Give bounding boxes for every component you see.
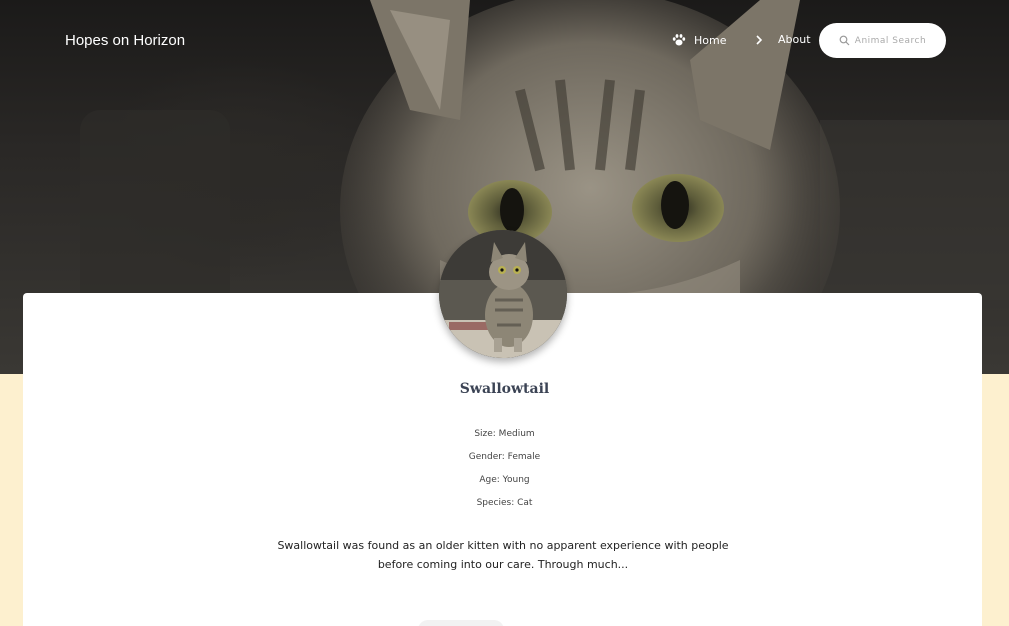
pet-gender: Gender: Female bbox=[468, 452, 541, 462]
nav-home-link[interactable]: Home bbox=[672, 33, 726, 47]
search-icon bbox=[839, 35, 850, 46]
brand-logo-text[interactable]: Hopes on Horizon bbox=[65, 32, 185, 49]
pet-species: Species: Cat bbox=[476, 498, 533, 508]
pet-description: Swallowtail was found as an older kitten… bbox=[277, 539, 729, 571]
nav-about-link[interactable]: About bbox=[754, 33, 811, 46]
nav-about-label: About bbox=[778, 33, 811, 46]
paw-icon bbox=[672, 34, 686, 46]
top-navbar: Hopes on Horizon Home About Animal Searc… bbox=[0, 0, 1009, 82]
adopt-button-partial[interactable] bbox=[418, 620, 504, 626]
cat-photo-image bbox=[439, 230, 567, 358]
animal-search-label: Animal Search bbox=[854, 35, 927, 46]
pet-size: Size: Medium bbox=[474, 429, 535, 439]
pet-avatar bbox=[439, 230, 567, 358]
animal-search-button[interactable]: Animal Search bbox=[819, 23, 946, 58]
chevron-right-icon bbox=[756, 34, 763, 45]
nav-home-label: Home bbox=[694, 33, 727, 47]
pet-name-heading: Swallowtail bbox=[459, 381, 550, 397]
pet-age: Age: Young bbox=[479, 475, 530, 485]
